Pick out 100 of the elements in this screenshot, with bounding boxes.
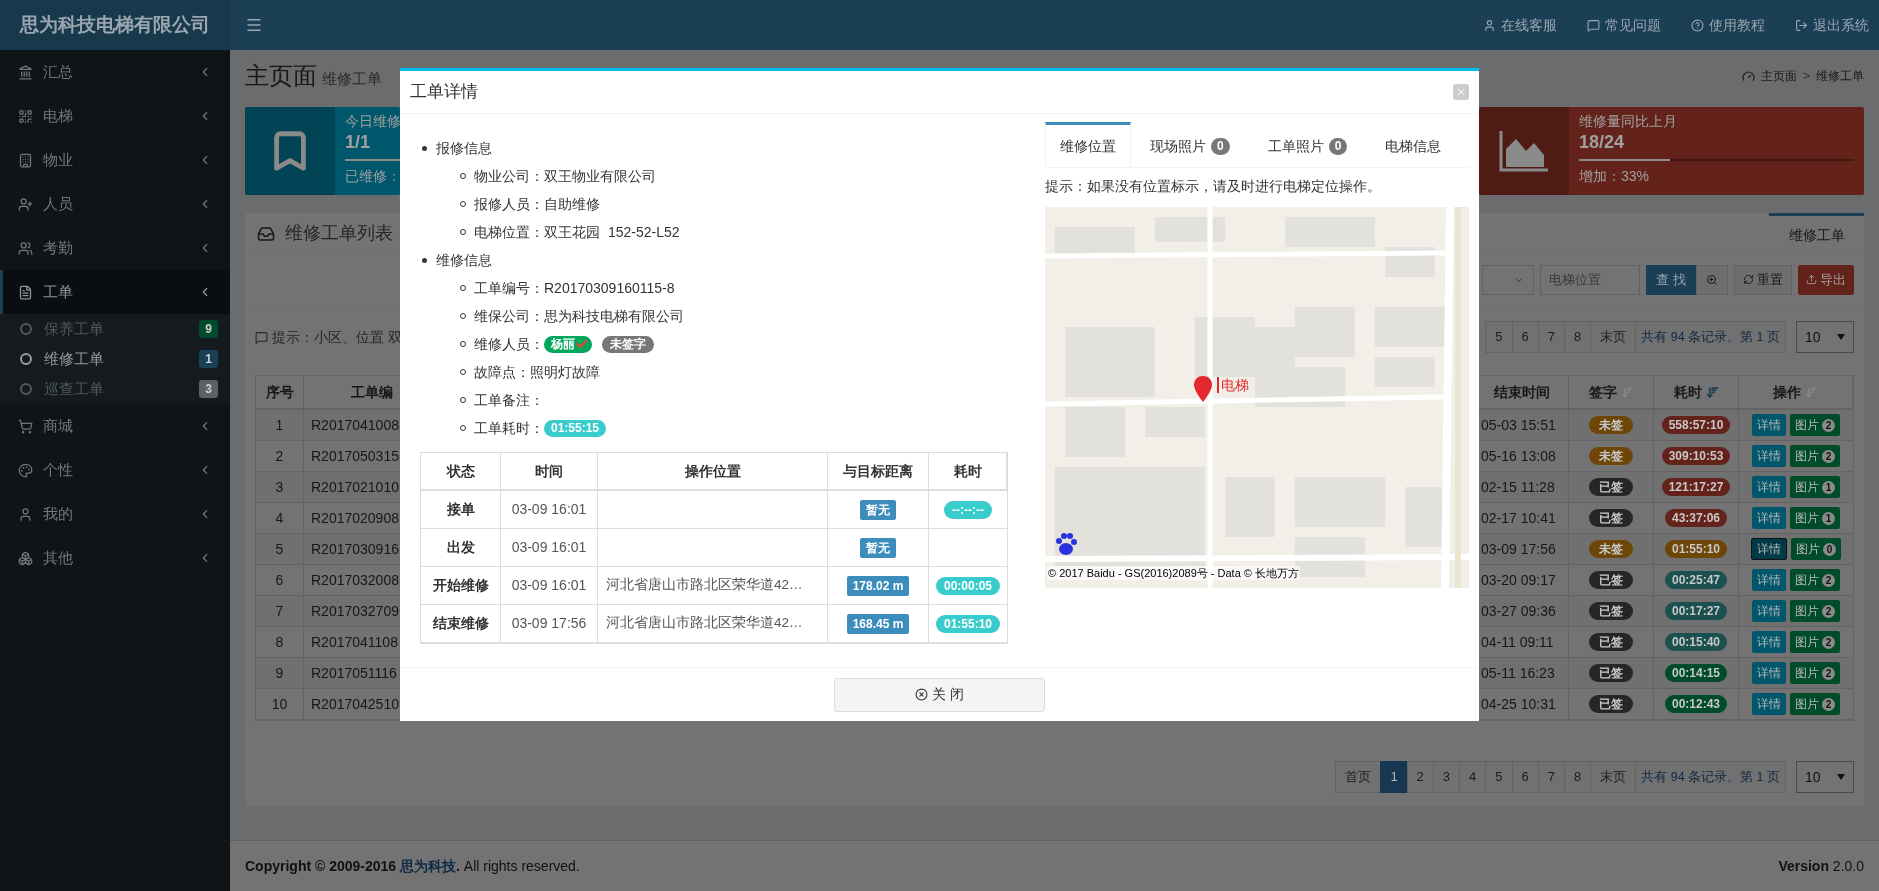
page-link[interactable]: 5 xyxy=(1485,761,1513,793)
breadcrumb-link[interactable]: 维修工单 xyxy=(1816,67,1864,85)
detail-button[interactable]: 详情 xyxy=(1751,693,1786,715)
photo-button[interactable]: 图片 2 xyxy=(1789,445,1841,467)
detail-button[interactable]: 详情 xyxy=(1751,414,1786,436)
photo-button[interactable]: 图片 2 xyxy=(1789,693,1841,715)
page-link[interactable]: 末页 xyxy=(1590,761,1637,793)
breadcrumb-link[interactable]: 主页面 xyxy=(1761,67,1797,85)
sidebar-subitem[interactable]: 巡查工单 3 xyxy=(0,374,230,404)
detail-button[interactable]: 详情 xyxy=(1750,538,1787,560)
page-link[interactable]: 7 xyxy=(1537,321,1565,353)
sidebar-item[interactable]: 汇总 xyxy=(0,50,230,94)
document-icon xyxy=(18,284,33,300)
detail-button[interactable]: 详情 xyxy=(1751,569,1786,591)
column-header: 状态 xyxy=(421,453,501,489)
user-icon xyxy=(1483,18,1496,32)
distance-label: 暂无 xyxy=(860,499,896,520)
photo-button[interactable]: 图片 0 xyxy=(1790,538,1842,560)
page-link[interactable]: 8 xyxy=(1564,321,1592,353)
field-label: 工单耗时： xyxy=(474,418,544,438)
map-attribution: © 2017 Baidu - GS(2016)2089号 - Data © 长地万方 xyxy=(1047,566,1300,580)
sidebar-item[interactable]: 其他 xyxy=(0,536,230,580)
nav-link[interactable]: 在线客服 xyxy=(1483,14,1557,36)
sidebar-item[interactable]: 工单 xyxy=(0,270,230,314)
nav-link[interactable]: 常见问题 xyxy=(1587,14,1661,36)
table-cell-text: R2017050315 xyxy=(311,446,399,466)
check-icon xyxy=(575,337,589,351)
version-text: Version 2.0.0 xyxy=(1778,856,1864,876)
table-cell-text: R2017020908 xyxy=(311,508,399,528)
zoom-button[interactable] xyxy=(1696,264,1728,295)
photo-button[interactable]: 图片 2 xyxy=(1789,631,1841,653)
detail-button[interactable]: 详情 xyxy=(1751,600,1786,622)
sidebar-item[interactable]: 考勤 xyxy=(0,226,230,270)
photo-button[interactable]: 图片 2 xyxy=(1789,662,1841,684)
page-link[interactable]: 4 xyxy=(1459,761,1487,793)
page-size-select[interactable]: 10 xyxy=(1796,321,1854,353)
photo-button[interactable]: 图片 1 xyxy=(1789,476,1841,498)
page-link[interactable]: 末页 xyxy=(1590,321,1637,353)
field-label: 物业公司： xyxy=(474,166,544,186)
photo-button[interactable]: 图片 2 xyxy=(1789,414,1841,436)
sidebar-item[interactable]: 商城 xyxy=(0,404,230,448)
dialog-tab[interactable]: 维修位置 xyxy=(1045,122,1131,167)
sidebar-item[interactable]: 电梯 xyxy=(0,94,230,138)
photo-button[interactable]: 图片 2 xyxy=(1789,600,1841,622)
detail-button[interactable]: 详情 xyxy=(1751,445,1786,467)
caret-icon xyxy=(1837,334,1845,340)
signature-badge: 已签 xyxy=(1589,633,1633,651)
page-link[interactable]: 1 xyxy=(1380,761,1408,793)
zoom-icon xyxy=(1706,273,1718,286)
nav-link[interactable]: 使用教程 xyxy=(1691,14,1765,36)
page-link[interactable]: 3 xyxy=(1432,761,1461,793)
table-cell: 5 xyxy=(256,534,304,564)
close-dialog-button[interactable]: 关 闭 xyxy=(834,677,1045,712)
detail-button[interactable]: 详情 xyxy=(1751,476,1786,498)
sidebar-item[interactable]: 人员 xyxy=(0,182,230,226)
page-link[interactable]: 7 xyxy=(1537,761,1565,793)
page-link[interactable]: 6 xyxy=(1511,761,1539,793)
building-icon xyxy=(18,152,33,168)
menu-icon xyxy=(245,16,263,34)
hint-text: 提示：小区、位置 双 xyxy=(255,326,402,348)
dialog-tab[interactable]: 电梯信息 xyxy=(1371,122,1456,167)
field-label: 维修人员： xyxy=(474,334,544,354)
field-value: 152-52-L52 xyxy=(608,222,680,242)
dialog-tab[interactable]: 现场照片 0 xyxy=(1136,122,1244,167)
map-view[interactable]: 电梯 © 2017 Baidu - GS(2016)2089号 - Data © 长地万方 xyxy=(1045,207,1469,588)
page-link[interactable]: 2 xyxy=(1406,761,1434,793)
page-link[interactable]: 首页 xyxy=(1335,761,1382,793)
page-summary: 共有 94 条记录。第 1 页 xyxy=(1635,321,1786,353)
detail-button[interactable]: 详情 xyxy=(1751,631,1786,653)
breadcrumb-separator: > xyxy=(1803,68,1810,85)
duration-badge: 00:15:40 xyxy=(1664,633,1727,651)
page-size-select[interactable]: 10 xyxy=(1796,761,1854,793)
sort-icon[interactable] xyxy=(1705,385,1719,399)
sort-icon[interactable] xyxy=(1620,385,1634,399)
sidebar-item[interactable]: 个性 xyxy=(0,448,230,492)
close-circle-icon xyxy=(915,688,929,701)
page-link[interactable]: 5 xyxy=(1485,321,1513,353)
sidebar-item[interactable]: 物业 xyxy=(0,138,230,182)
page-link[interactable]: 8 xyxy=(1564,761,1592,793)
select-field[interactable] xyxy=(1482,264,1535,295)
nav-link[interactable]: 退出系统 xyxy=(1795,14,1869,36)
brand-title[interactable]: 思为科技电梯有限公司 xyxy=(20,10,210,40)
close-button[interactable] xyxy=(1453,84,1469,100)
photo-button[interactable]: 图片 1 xyxy=(1789,507,1841,529)
dialog-tab[interactable]: 工单照片 0 xyxy=(1253,122,1362,167)
detail-button[interactable]: 详情 xyxy=(1751,507,1786,529)
page-link[interactable]: 6 xyxy=(1511,321,1539,353)
sort-icon[interactable] xyxy=(1805,385,1818,399)
sidebar-subitem[interactable]: 维修工单 1 xyxy=(0,344,230,374)
duration-badge: 01:55:10 xyxy=(1664,540,1727,558)
sidebar-item[interactable]: 我的 xyxy=(0,492,230,536)
export-button[interactable]: 导出 xyxy=(1798,264,1854,295)
sidebar-subitem[interactable]: 保养工单 9 xyxy=(0,314,230,344)
search-button[interactable]: 查 找 xyxy=(1646,264,1696,295)
reset-button[interactable]: 重置 xyxy=(1734,264,1792,295)
count-badge: 2 xyxy=(1821,666,1836,680)
field-value: 双王花园 xyxy=(544,222,600,242)
table-cell: 9 xyxy=(256,658,304,688)
detail-button[interactable]: 详情 xyxy=(1751,662,1786,684)
photo-button[interactable]: 图片 2 xyxy=(1789,569,1841,591)
